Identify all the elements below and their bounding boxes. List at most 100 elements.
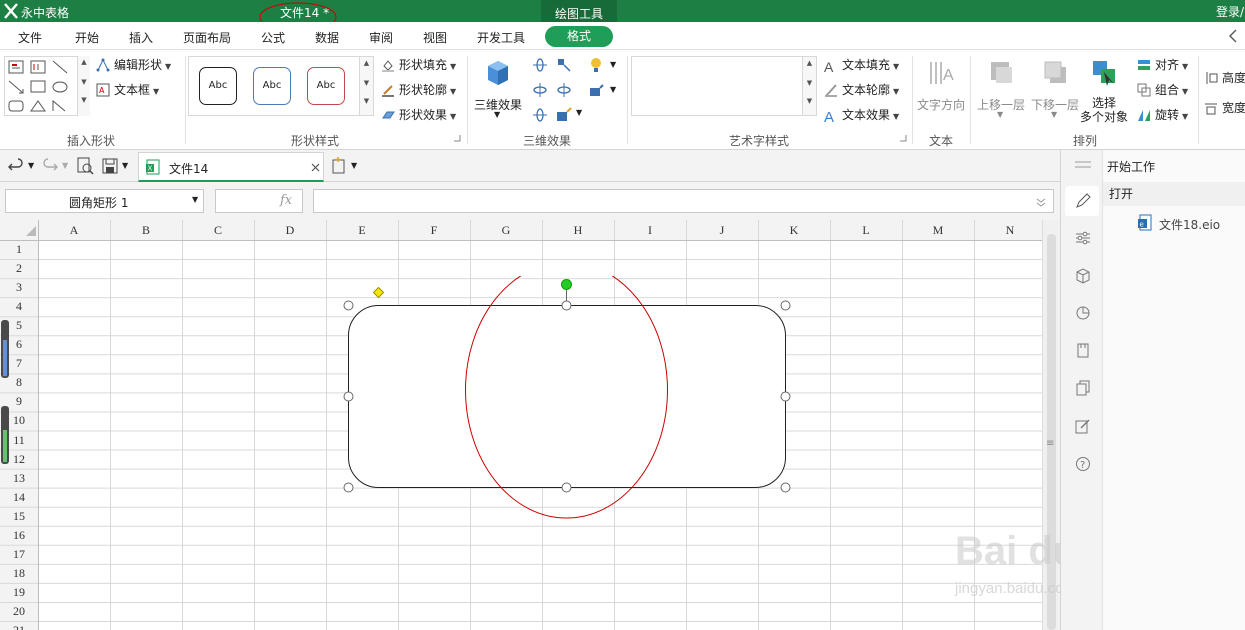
panel-menu-icon[interactable] xyxy=(1075,160,1091,176)
column-header-G[interactable]: G xyxy=(470,220,542,240)
resize-handle-se[interactable] xyxy=(780,482,791,493)
depth-3d-icon[interactable] xyxy=(556,107,572,123)
menu-review[interactable]: 审阅 xyxy=(369,29,393,46)
menu-developer[interactable]: 开发工具 xyxy=(477,29,525,46)
resize-handle-ne[interactable] xyxy=(780,300,791,311)
row-header-4[interactable]: 4 xyxy=(0,297,38,316)
column-header-N[interactable]: N xyxy=(974,220,1046,240)
cube-icon[interactable] xyxy=(1075,268,1091,284)
group-button[interactable]: 组合 ▼ xyxy=(1137,81,1188,99)
shape-style-dialog-launcher-icon[interactable] xyxy=(453,134,461,142)
row-header-19[interactable]: 19 xyxy=(0,583,38,602)
fx-icon[interactable]: fx xyxy=(280,193,292,208)
row-header-21[interactable]: 21 xyxy=(0,621,38,630)
shape-style-sample-blue[interactable]: Abc xyxy=(253,67,291,105)
column-header-E[interactable]: E xyxy=(326,220,398,240)
align-button[interactable]: 对齐 ▼ xyxy=(1137,56,1188,74)
height-field[interactable]: 高度 xyxy=(1204,69,1245,87)
resize-handle-w[interactable] xyxy=(343,391,354,402)
tilt-down-icon[interactable] xyxy=(532,82,548,98)
resize-handle-s[interactable] xyxy=(561,482,572,493)
wordart-dialog-launcher-icon[interactable] xyxy=(899,134,907,142)
column-header-H[interactable]: H xyxy=(542,220,614,240)
rotation-handle[interactable] xyxy=(561,279,572,290)
close-tab-icon[interactable] xyxy=(311,163,320,172)
doc-tab-active[interactable]: X 文件14 xyxy=(138,152,324,182)
pen-edit-icon[interactable] xyxy=(1075,193,1091,209)
lighting-icon[interactable] xyxy=(588,57,604,73)
formula-input[interactable] xyxy=(313,189,1054,213)
menu-page-layout[interactable]: 页面布局 xyxy=(183,29,231,46)
row-header-17[interactable]: 17 xyxy=(0,545,38,564)
column-header-M[interactable]: M xyxy=(902,220,974,240)
wordart-gallery[interactable]: ▲ ▼ ▼ xyxy=(631,56,817,116)
rotate-button[interactable]: 旋转 ▼ xyxy=(1137,106,1188,124)
clipboard-icon[interactable] xyxy=(1075,342,1091,358)
column-header-I[interactable]: I xyxy=(614,220,686,240)
menu-file[interactable]: 文件 xyxy=(18,29,42,46)
tilt-up-icon[interactable] xyxy=(532,57,548,73)
column-header-B[interactable]: B xyxy=(110,220,182,240)
text-effect-button[interactable]: A 文本效果 ▼ xyxy=(824,106,899,126)
shape-style-sample-black[interactable]: Abc xyxy=(199,67,237,105)
menu-home[interactable]: 开始 xyxy=(75,29,99,46)
column-header-K[interactable]: K xyxy=(758,220,830,240)
row-header-3[interactable]: 3 xyxy=(0,278,38,297)
row-header-13[interactable]: 13 xyxy=(0,469,38,488)
column-header-J[interactable]: J xyxy=(686,220,758,240)
wordart-scroll[interactable]: ▲ ▼ ▼ xyxy=(802,57,816,115)
rotate-3d-icon[interactable] xyxy=(532,107,548,123)
menu-data[interactable]: 数据 xyxy=(315,29,339,46)
tilt-left-icon[interactable] xyxy=(556,57,572,73)
row-header-2[interactable]: 2 xyxy=(0,259,38,278)
pie-chart-icon[interactable] xyxy=(1075,305,1091,321)
row-header-14[interactable]: 14 xyxy=(0,488,38,507)
row-header-15[interactable]: 15 xyxy=(0,507,38,526)
login-link[interactable]: 登录/ xyxy=(1216,3,1244,20)
undo-icon[interactable] xyxy=(8,158,24,174)
collapse-ribbon-icon[interactable] xyxy=(1228,29,1238,43)
text-box-button[interactable]: A 文本框 ▼ xyxy=(96,81,159,99)
shape-fill-button[interactable]: 形状填充 ▼ xyxy=(381,56,456,74)
corner-radius-handle[interactable] xyxy=(372,286,385,299)
resize-handle-nw[interactable] xyxy=(343,300,354,311)
save-icon[interactable] xyxy=(102,158,118,174)
shape-effect-button[interactable]: 形状效果 ▼ xyxy=(381,106,456,124)
expand-formula-icon[interactable] xyxy=(1036,197,1046,207)
resize-handle-sw[interactable] xyxy=(343,482,354,493)
copy-pages-icon[interactable] xyxy=(1075,380,1091,396)
text-fill-button[interactable]: A 文本填充 ▼ xyxy=(824,56,899,75)
name-box[interactable]: 圆角矩形 1 ▼ xyxy=(5,189,204,213)
rounded-rectangle-shape[interactable] xyxy=(330,276,810,536)
column-header-C[interactable]: C xyxy=(182,220,254,240)
tab-format[interactable]: 格式 xyxy=(545,26,613,47)
menu-insert[interactable]: 插入 xyxy=(129,29,153,46)
menu-view[interactable]: 视图 xyxy=(423,29,447,46)
resize-handle-n[interactable] xyxy=(561,300,572,311)
column-header-L[interactable]: L xyxy=(830,220,902,240)
shape-outline-button[interactable]: 形状轮廓 ▼ xyxy=(381,81,456,99)
settings-sliders-icon[interactable] xyxy=(1075,230,1091,246)
row-header-20[interactable]: 20 xyxy=(0,602,38,621)
text-outline-button[interactable]: 文本轮廓 ▼ xyxy=(824,81,899,99)
tilt-right-icon[interactable] xyxy=(556,82,572,98)
column-header-F[interactable]: F xyxy=(398,220,470,240)
shape-gallery-scroll[interactable]: ▲ ▼ ▼ xyxy=(77,56,90,116)
function-button-area[interactable]: fx xyxy=(215,189,303,213)
shape-style-sample-red[interactable]: Abc xyxy=(307,67,345,105)
width-field[interactable]: 宽度 xyxy=(1204,99,1245,117)
edit-note-icon[interactable] xyxy=(1075,418,1091,434)
column-header-A[interactable]: A xyxy=(38,220,110,240)
select-multiple-objects-button[interactable]: 选择 多个对象 xyxy=(1080,56,1132,128)
redo-icon[interactable] xyxy=(42,158,58,174)
3d-effect-button[interactable]: 三维效果 ▼ xyxy=(472,56,524,126)
help-icon[interactable]: ? xyxy=(1075,456,1091,472)
row-header-16[interactable]: 16 xyxy=(0,526,38,545)
shape-style-gallery[interactable]: Abc Abc Abc ▲ ▼ ▼ xyxy=(188,56,374,116)
row-header-1[interactable]: 1 xyxy=(0,240,38,259)
surface-icon[interactable] xyxy=(588,82,604,98)
recent-file-link[interactable]: 文件18.eio xyxy=(1159,216,1220,233)
resize-handle-e[interactable] xyxy=(780,391,791,402)
panel-open-heading[interactable]: 打开 xyxy=(1109,185,1133,202)
edit-shape-button[interactable]: 编辑形状 ▼ xyxy=(96,56,171,74)
